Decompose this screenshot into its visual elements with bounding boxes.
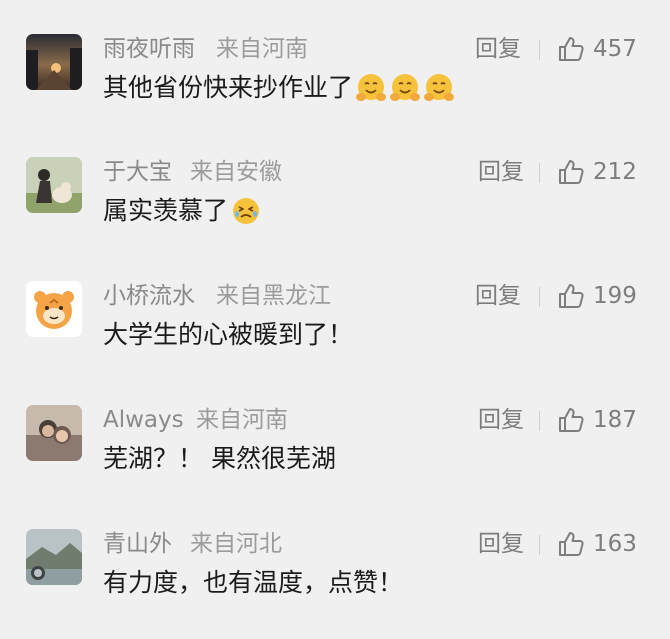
thumbs-up-icon[interactable]	[557, 158, 585, 186]
avatar-image	[26, 157, 82, 213]
reply-button[interactable]: 回复	[475, 281, 521, 311]
comment-body: 有力度，也有温度，点赞！	[103, 565, 403, 601]
thumbs-up-icon[interactable]	[557, 406, 585, 434]
reply-button[interactable]: 回复	[478, 157, 524, 187]
divider	[539, 163, 540, 183]
like-count[interactable]: 212	[593, 157, 637, 187]
divider	[539, 40, 540, 60]
hugging-face-icon	[389, 72, 421, 104]
comment-text: 有力度，也有温度，点赞！	[103, 568, 404, 597]
thumbs-up-icon[interactable]	[557, 35, 585, 63]
comment-item: 雨夜听雨 来自河南 回复 457 其他省份快来抄作业了	[0, 34, 670, 144]
like-count[interactable]: 163	[593, 529, 637, 559]
comment-list: 雨夜听雨 来自河南 回复 457 其他省份快来抄作业了 于大宝 来自安徽 回复 …	[0, 0, 670, 618]
divider	[539, 535, 540, 555]
comment-text: 属实羡慕了	[103, 196, 229, 225]
divider	[539, 287, 540, 307]
avatar[interactable]	[26, 157, 82, 213]
username[interactable]: 青山外	[103, 529, 172, 559]
hugging-face-icon	[423, 72, 455, 104]
avatar-image	[26, 281, 82, 337]
username[interactable]: 雨夜听雨	[103, 34, 195, 64]
comment-item: 青山外 来自河北 回复 163 有力度，也有温度，点赞！	[0, 529, 670, 639]
hugging-face-icon	[355, 72, 387, 104]
comment-item: 于大宝 来自安徽 回复 212 属实羡慕了	[0, 157, 670, 267]
avatar-image	[26, 529, 82, 585]
username[interactable]: Always	[103, 405, 184, 435]
reply-button[interactable]: 回复	[478, 529, 524, 559]
comment-text: 其他省份快来抄作业了	[103, 73, 354, 102]
avatar-image	[26, 34, 82, 90]
reply-button[interactable]: 回复	[475, 34, 521, 64]
location-label: 来自河南	[196, 407, 288, 433]
username[interactable]: 于大宝	[103, 157, 172, 187]
comment-body: 芜湖？！ 果然很芜湖	[103, 441, 336, 477]
avatar[interactable]	[26, 529, 82, 585]
comment-body: 大学生的心被暖到了！	[103, 317, 353, 353]
avatar[interactable]	[26, 405, 82, 461]
thumbs-up-icon[interactable]	[557, 282, 585, 310]
location-label: 来自安徽	[190, 159, 282, 185]
like-count[interactable]: 199	[593, 281, 637, 311]
crying-face-icon	[230, 195, 262, 227]
like-count[interactable]: 457	[593, 34, 637, 64]
like-count[interactable]: 187	[593, 405, 637, 435]
comment-text: 大学生的心被暖到了！	[103, 320, 354, 349]
location-label: 来自河南	[216, 36, 308, 62]
reply-button[interactable]: 回复	[478, 405, 524, 435]
comment-item: Always 来自河南 回复 187 芜湖？！ 果然很芜湖	[0, 405, 670, 515]
thumbs-up-icon[interactable]	[557, 530, 585, 558]
comment-body: 其他省份快来抄作业了	[103, 70, 455, 106]
avatar[interactable]	[26, 34, 82, 90]
avatar[interactable]	[26, 281, 82, 337]
location-label: 来自河北	[190, 531, 282, 557]
avatar-image	[26, 405, 82, 461]
username[interactable]: 小桥流水	[103, 281, 195, 311]
divider	[539, 411, 540, 431]
location-label: 来自黑龙江	[216, 283, 331, 309]
comment-body: 属实羡慕了	[103, 193, 262, 229]
comment-text: 芜湖？！ 果然很芜湖	[103, 444, 336, 473]
comment-item: 小桥流水 来自黑龙江 回复 199 大学生的心被暖到了！	[0, 281, 670, 391]
